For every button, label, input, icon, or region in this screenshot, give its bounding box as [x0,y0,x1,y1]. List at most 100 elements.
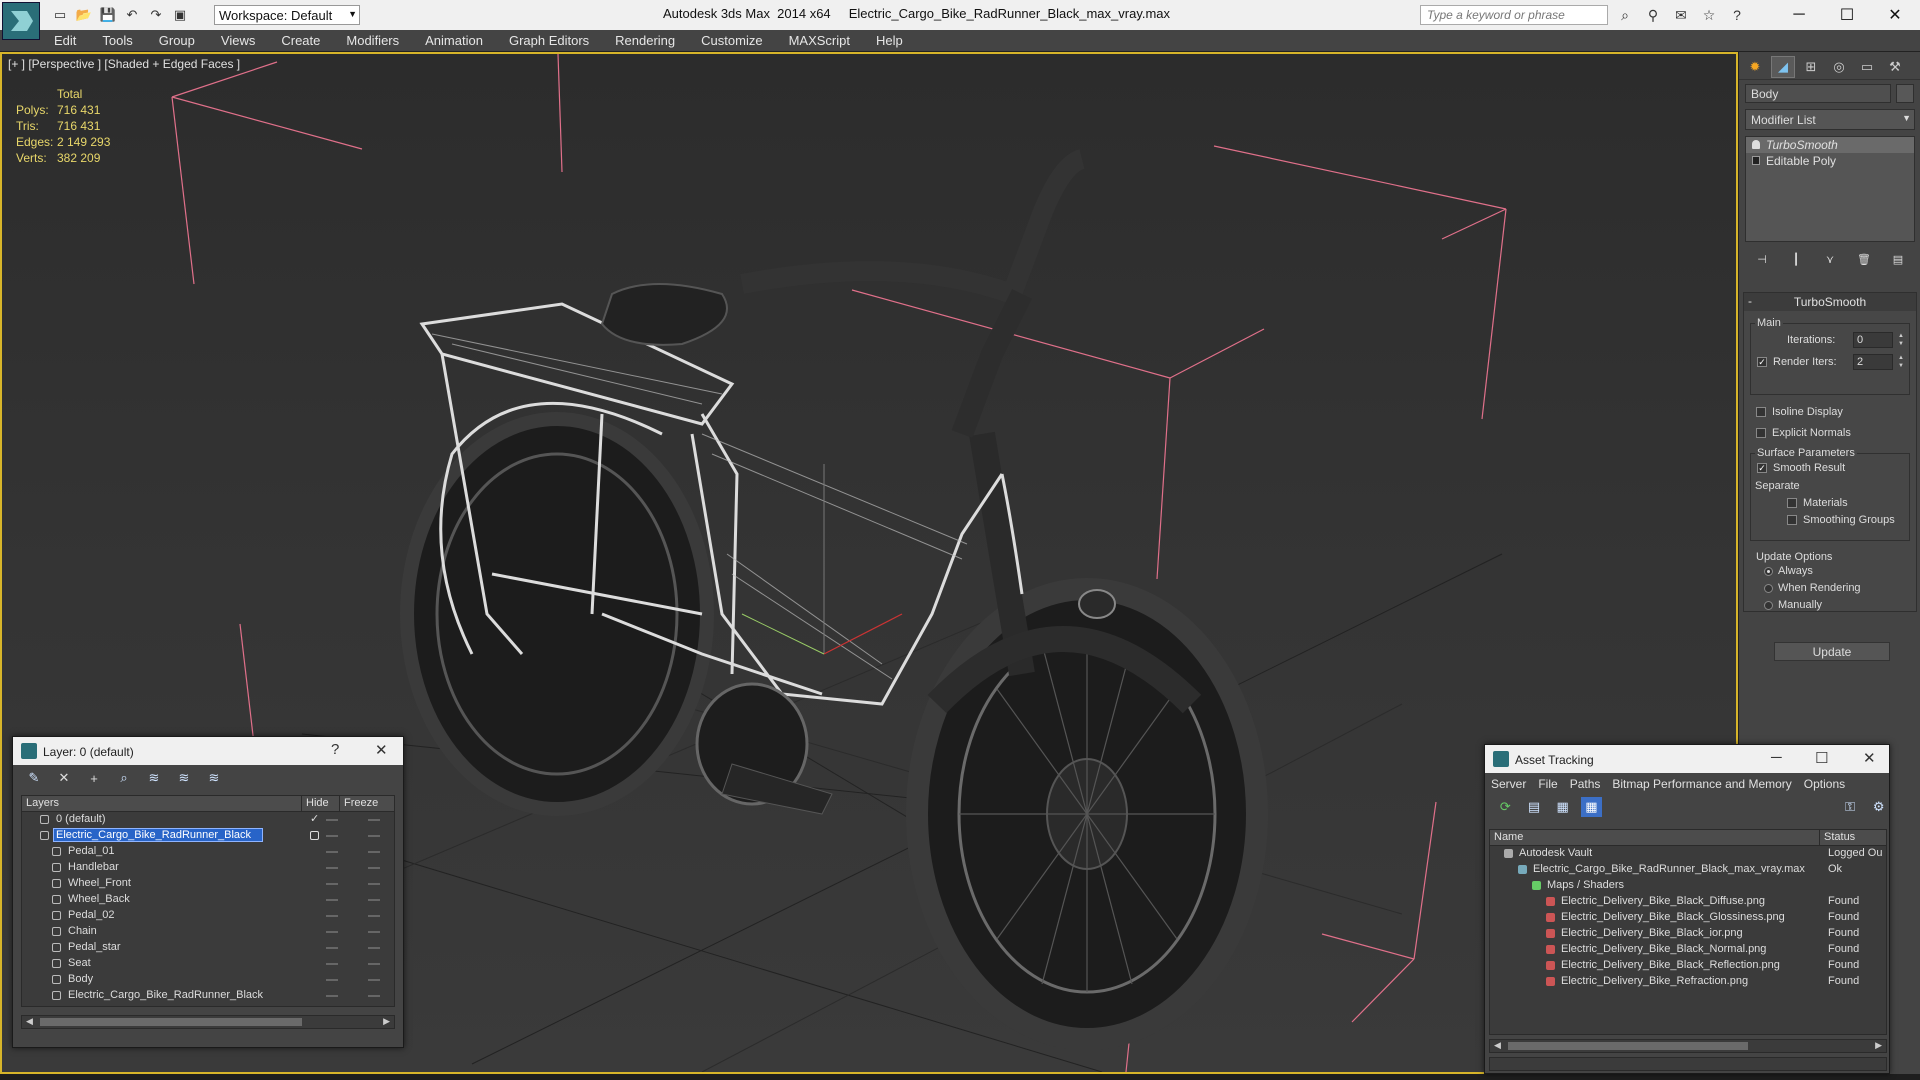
render-iters-checkbox[interactable]: ✓ [1757,357,1767,367]
layer-window-titlebar[interactable]: Layer: 0 (default) ? ✕ [13,737,403,765]
add-to-layer-icon[interactable]: + [83,768,105,788]
tree-view-icon[interactable]: ▦ [1552,797,1573,817]
layer-name[interactable]: Wheel_Front [66,877,133,889]
hide-toggle[interactable] [326,899,338,901]
asset-menu-bitmap[interactable]: Bitmap Performance and Memory [1612,777,1791,791]
hide-toggle[interactable] [326,979,338,981]
make-unique-icon[interactable]: ⋎ [1820,250,1840,268]
hide-toggle[interactable] [326,995,338,997]
layer-name[interactable]: Seat [66,957,93,969]
asset-horizontal-scrollbar[interactable]: ◀ ▶ [1489,1039,1887,1053]
menu-edit[interactable]: Edit [54,30,76,51]
update-when-rendering-radio[interactable] [1764,584,1773,593]
expand-plus-icon[interactable] [1752,156,1760,165]
layer-row[interactable]: Wheel_Front [22,876,394,892]
layer-name[interactable]: 0 (default) [54,813,108,825]
open-file-icon[interactable]: 📂 [74,5,94,25]
render-iters-spinner[interactable]: 2 [1853,354,1893,370]
menu-modifiers[interactable]: Modifiers [346,30,399,51]
layer-row[interactable]: 0 (default) ✓ [22,812,394,828]
scroll-right-icon[interactable]: ▶ [383,1016,390,1027]
favorites-star-icon[interactable]: ☆ [1698,5,1720,25]
new-file-icon[interactable]: ▭ [50,5,70,25]
layer-name[interactable]: Wheel_Back [66,893,132,905]
col-freeze[interactable]: Freeze [340,796,382,811]
menu-group[interactable]: Group [159,30,195,51]
show-end-result-icon[interactable]: ┃ [1786,250,1806,268]
table-view-icon[interactable]: ▦ [1581,797,1602,817]
asset-window-titlebar[interactable]: Asset Tracking ─ ☐ ✕ [1485,745,1889,773]
layer-name[interactable]: Body [66,973,95,985]
layer-name[interactable]: Chain [66,925,99,937]
hide-toggle[interactable] [326,819,338,821]
layer-row[interactable]: Seat [22,956,394,972]
materials-checkbox[interactable] [1787,498,1797,508]
spinner-arrows-icon[interactable]: ▲ ▼ [1896,354,1906,370]
hide-toggle[interactable] [326,915,338,917]
menu-maxscript[interactable]: MAXScript [789,30,850,51]
minimize-icon[interactable]: ─ [1771,749,1782,766]
freeze-toggle[interactable] [368,995,380,997]
create-tab-icon[interactable]: ✹ [1743,56,1767,78]
layer-row[interactable]: Electric_Cargo_Bike_RadRunner_Black [22,988,394,1004]
asset-menu-options[interactable]: Options [1804,777,1845,791]
refresh-icon[interactable]: ⟳ [1495,797,1516,817]
select-objects-icon[interactable]: ⌕ [113,768,135,788]
asset-row[interactable]: Electric_Delivery_Bike_Black_ior.png Foun… [1490,926,1886,942]
layer-row[interactable]: Wheel_Back [22,892,394,908]
utilities-tab-icon[interactable]: ⚒ [1883,56,1907,78]
freeze-toggle[interactable] [368,979,380,981]
hide-toggle[interactable] [326,867,338,869]
layer-name[interactable]: Pedal_star [66,941,123,953]
menu-animation[interactable]: Animation [425,30,483,51]
binoculars-icon[interactable]: ⌕ [1614,5,1636,25]
layer-row[interactable]: Chain [22,924,394,940]
menu-create[interactable]: Create [281,30,320,51]
iterations-spinner[interactable]: 0 [1853,332,1893,348]
scroll-thumb[interactable] [1508,1042,1748,1050]
menu-views[interactable]: Views [221,30,255,51]
update-button[interactable]: Update [1774,642,1890,661]
stack-item-editable-poly[interactable]: Editable Poly [1746,153,1914,169]
smoothing-groups-checkbox[interactable] [1787,515,1797,525]
configure-sets-icon[interactable]: ▤ [1888,250,1908,268]
hide-all-layers-icon[interactable]: ≋ [173,768,195,788]
close-icon[interactable]: ✕ [375,741,388,759]
hide-toggle[interactable] [326,835,338,837]
undo-icon[interactable]: ↶ [122,5,142,25]
help-icon[interactable]: ? [1726,5,1748,25]
create-layer-icon[interactable]: ✎ [23,768,45,788]
asset-row[interactable]: Electric_Delivery_Bike_Black_Reflection.… [1490,958,1886,974]
layer-row[interactable]: Pedal_star [22,940,394,956]
smooth-result-checkbox[interactable]: ✓ [1757,463,1767,473]
minimize-button[interactable]: ─ [1776,0,1822,30]
menu-tools[interactable]: Tools [102,30,132,51]
maximize-icon[interactable]: ☐ [1815,749,1828,767]
freeze-all-layers-icon[interactable]: ≋ [203,768,225,788]
layer-name[interactable]: Handlebar [66,861,121,873]
col-hide[interactable]: Hide [302,796,340,811]
hide-toggle[interactable] [326,883,338,885]
asset-row[interactable]: Electric_Delivery_Bike_Black_Normal.png F… [1490,942,1886,958]
spinner-arrows-icon[interactable]: ▲ ▼ [1896,332,1906,348]
modifier-list-dropdown[interactable]: Modifier List ▼ [1745,109,1915,130]
layer-row[interactable]: Pedal_02 [22,908,394,924]
close-button[interactable]: ✕ [1872,0,1918,30]
app-logo[interactable] [2,2,40,40]
layer-row[interactable]: Pedal_01 [22,844,394,860]
freeze-toggle[interactable] [368,851,380,853]
display-tab-icon[interactable]: ▭ [1855,56,1879,78]
maximize-button[interactable]: ☐ [1824,0,1870,30]
layer-name[interactable]: Electric_Cargo_Bike_RadRunner_Black [66,989,265,1001]
explicit-normals-checkbox[interactable] [1756,428,1766,438]
col-name[interactable]: Name [1490,830,1820,845]
scroll-left-icon[interactable]: ◀ [1494,1040,1501,1051]
asset-row[interactable]: Autodesk Vault Logged Ou [1490,846,1886,862]
asset-row[interactable]: Maps / Shaders [1490,878,1886,894]
hide-toggle[interactable] [326,947,338,949]
layer-row[interactable]: Handlebar [22,860,394,876]
save-file-icon[interactable]: 💾 [98,5,118,25]
update-manually-radio[interactable] [1764,601,1773,610]
modify-tab-icon[interactable]: ◢ [1771,56,1795,78]
isoline-display-checkbox[interactable] [1756,407,1766,417]
